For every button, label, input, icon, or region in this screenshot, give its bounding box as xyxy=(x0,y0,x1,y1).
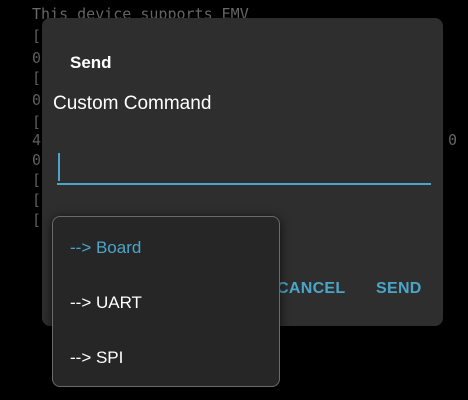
dialog-subtitle: Custom Command xyxy=(53,93,212,114)
text-caret xyxy=(58,153,60,181)
log-line-right: 0 xyxy=(448,131,458,149)
dropdown-item-uart[interactable]: --> UART xyxy=(70,293,142,313)
dropdown-item-board[interactable]: --> Board xyxy=(70,238,141,258)
target-dropdown-menu: --> Board --> UART --> SPI xyxy=(52,216,280,387)
custom-command-input[interactable] xyxy=(57,151,431,185)
send-button[interactable]: SEND xyxy=(376,280,422,298)
dropdown-item-spi[interactable]: --> SPI xyxy=(70,348,123,368)
dialog-title: Send xyxy=(70,53,112,72)
cancel-button[interactable]: CANCEL xyxy=(277,280,345,298)
